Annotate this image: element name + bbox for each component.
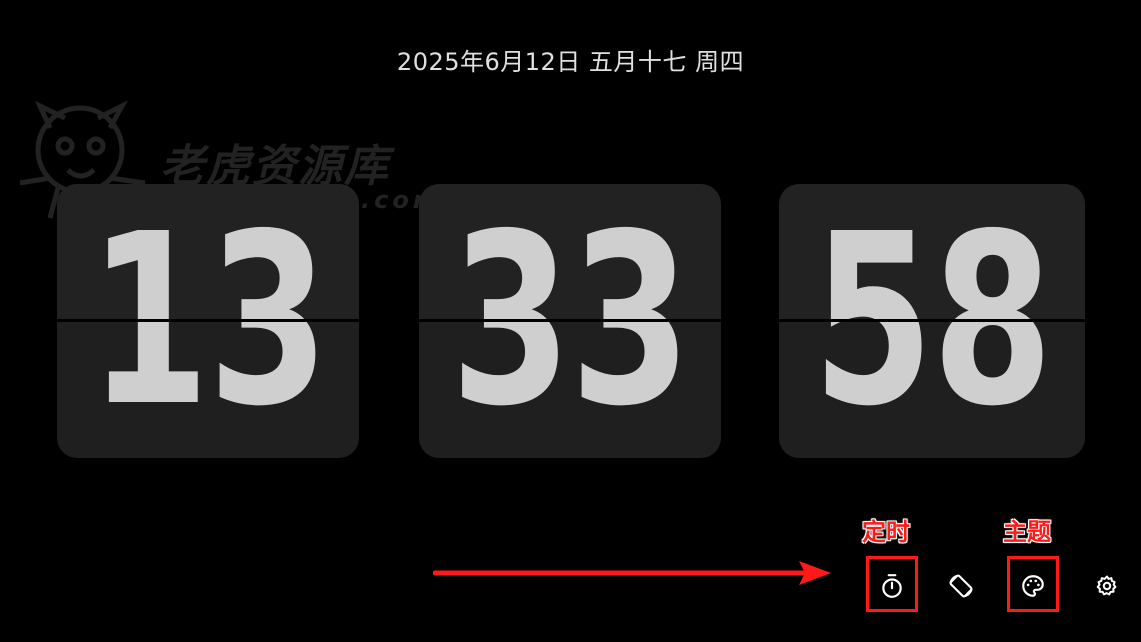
seconds-card: 58 [779,184,1085,458]
card-split-line [419,319,721,322]
gear-icon [1096,575,1117,596]
card-split-line [57,319,359,322]
settings-button[interactable] [1089,568,1125,604]
date-display: 2025年6月12日 五月十七 周四 [396,48,745,76]
hours-card: 13 [57,184,359,458]
theme-button[interactable] [1015,568,1051,604]
theme-annotation-label: 主题 [1003,518,1051,546]
stopwatch-icon [882,574,902,598]
rotate-screen-button[interactable] [943,568,979,604]
annotation-arrow-icon [433,561,831,585]
card-split-line [779,319,1085,322]
timer-annotation-label: 定时 [862,518,910,546]
timer-button[interactable] [874,568,910,604]
palette-icon [1022,575,1044,597]
screen-rotation-icon [949,574,973,598]
minutes-card: 33 [419,184,721,458]
